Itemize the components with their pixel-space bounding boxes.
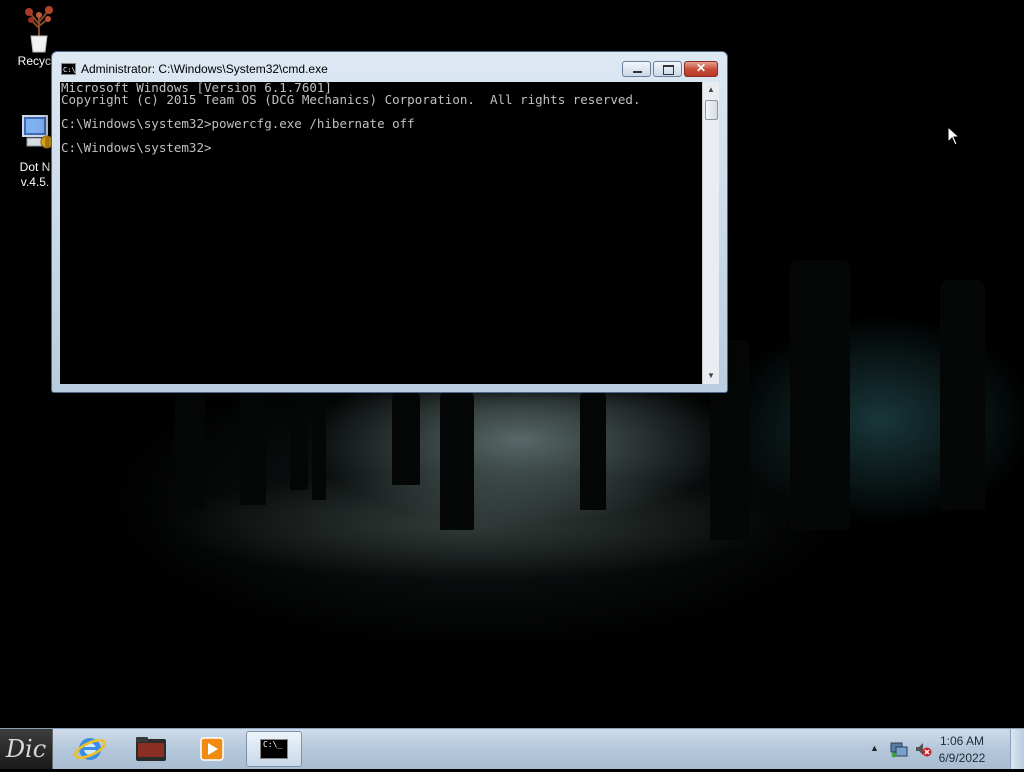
clock-date[interactable]: 6/9/2022 [932,751,992,765]
wallpaper-tree [240,390,266,505]
command-prompt-icon: C:\_ [260,739,288,759]
recycle-bin-icon [21,6,57,53]
cmd-window[interactable]: C:\ Administrator: C:\Windows\System32\c… [51,51,728,393]
wallpaper-tree [940,280,985,510]
wallpaper-tree [290,390,308,490]
desktop: Recycle Dot N v.4.5. C:\ Administrator: … [0,0,1024,728]
clock-time[interactable]: 1:06 AM [932,734,992,748]
close-icon: ✕ [695,61,707,75]
volume-muted-icon[interactable] [914,740,932,758]
minimize-icon [633,71,642,73]
dotnet-installer-icon [17,112,54,152]
network-icon[interactable] [890,740,908,758]
maximize-button[interactable] [653,61,682,77]
show-desktop-button[interactable] [1010,729,1024,769]
folder-icon [136,737,166,761]
maximize-icon [663,65,674,75]
scroll-up-arrow-icon[interactable]: ▲ [703,82,719,98]
console-text: Microsoft Windows [Version 6.1.7601] Cop… [61,82,641,155]
command-prompt-icon: C:\ [61,63,76,75]
taskbar-file-explorer[interactable] [122,731,178,767]
minimize-button[interactable] [622,61,651,77]
window-titlebar[interactable]: C:\ Administrator: C:\Windows\System32\c… [52,52,727,82]
taskbar-command-prompt[interactable]: C:\_ [246,731,302,767]
scroll-down-arrow-icon[interactable]: ▼ [703,368,719,384]
start-button[interactable]: Dic [0,729,53,769]
wallpaper-tree [312,390,326,500]
taskbar-media-player[interactable] [184,731,240,767]
taskbar-internet-explorer[interactable] [62,731,118,767]
wallpaper-tree [440,390,474,530]
system-tray: ▲ 1:06 AM 6/9/2022 [862,729,1024,769]
scroll-thumb[interactable] [705,100,718,120]
close-button[interactable]: ✕ [684,61,718,77]
wallpaper-tree [175,390,205,510]
start-logo: Dic [5,735,47,763]
vertical-scrollbar[interactable]: ▲ ▼ [702,82,719,384]
show-hidden-icons-icon[interactable]: ▲ [870,743,879,753]
console-output[interactable]: Microsoft Windows [Version 6.1.7601] Cop… [60,82,702,384]
taskbar: Dic C:\_ ▲ 1:06 AM 6/9/2022 [0,728,1024,769]
window-title: Administrator: C:\Windows\System32\cmd.e… [81,62,328,76]
mouse-cursor-icon [947,126,961,146]
wallpaper-tree [392,390,420,485]
media-player-icon [200,737,224,761]
wallpaper-tree [790,260,850,530]
internet-explorer-icon [74,738,106,760]
wallpaper-tree [580,390,606,510]
